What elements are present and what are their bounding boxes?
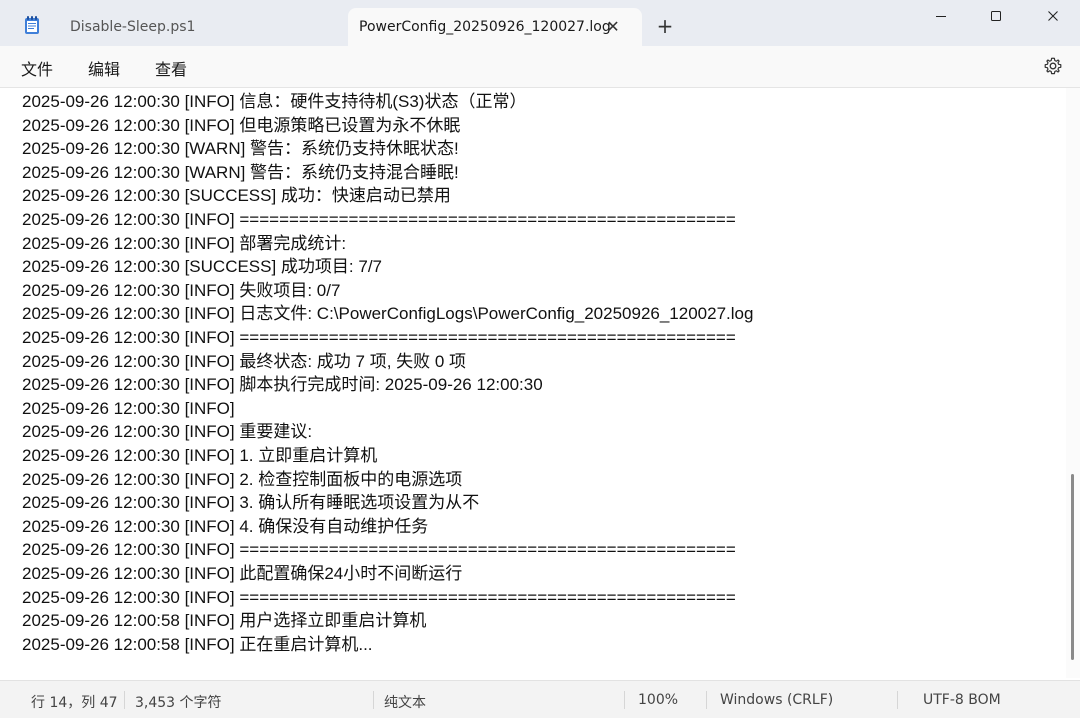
log-line: 2025-09-26 12:00:30 [INFO] 最终状态: 成功 7 项,… bbox=[22, 351, 467, 371]
status-divider bbox=[897, 691, 898, 709]
close-icon bbox=[1048, 11, 1058, 21]
notepad-app-icon bbox=[25, 16, 39, 34]
zoom-level[interactable]: 100% bbox=[638, 692, 678, 708]
tab-label: Disable-Sleep.ps1 bbox=[70, 19, 196, 35]
line-ending[interactable]: Windows (CRLF) bbox=[720, 692, 833, 708]
log-line: 2025-09-26 12:00:30 [WARN] 警告：系统仍支持休眠状态! bbox=[22, 139, 459, 159]
maximize-icon bbox=[991, 11, 1001, 21]
close-window-button[interactable] bbox=[1024, 0, 1080, 32]
menu-bar: 文件 编辑 查看 bbox=[0, 46, 1080, 88]
notepad-window: Disable-Sleep.ps1 PowerConfig_20250926_1… bbox=[0, 0, 1080, 718]
minimize-button[interactable] bbox=[912, 0, 970, 32]
log-line: 2025-09-26 12:00:30 [INFO] 信息：硬件支持待机(S3)… bbox=[22, 92, 527, 111]
log-line: 2025-09-26 12:00:30 [WARN] 警告：系统仍支持混合睡眠! bbox=[22, 162, 459, 182]
tab-powerconfig-log[interactable]: PowerConfig_20250926_120027.log ✕ bbox=[348, 8, 642, 46]
close-tab-icon[interactable]: ✕ bbox=[604, 18, 622, 36]
menu-edit[interactable]: 编辑 bbox=[88, 56, 120, 80]
log-line: 2025-09-26 12:00:30 [INFO] 此配置确保24小时不间断运… bbox=[22, 564, 463, 583]
log-line: 2025-09-26 12:00:30 [INFO] =============… bbox=[22, 210, 736, 229]
log-line: 2025-09-26 12:00:30 [INFO] 3. 确认所有睡眠选项设置… bbox=[22, 493, 480, 513]
status-divider bbox=[706, 691, 707, 709]
menu-view[interactable]: 查看 bbox=[155, 56, 187, 80]
tab-disable-sleep[interactable]: Disable-Sleep.ps1 bbox=[60, 8, 350, 46]
log-line: 2025-09-26 12:00:30 [INFO] 但电源策略已设置为永不休眠 bbox=[22, 115, 461, 135]
title-bar: Disable-Sleep.ps1 PowerConfig_20250926_1… bbox=[0, 0, 1080, 46]
log-line: 2025-09-26 12:00:30 [INFO] =============… bbox=[22, 540, 736, 560]
log-line: 2025-09-26 12:00:30 [SUCCESS] 成功：快速启动已禁用 bbox=[22, 186, 451, 206]
log-line: 2025-09-26 12:00:30 [INFO] 脚本执行完成时间: 202… bbox=[22, 375, 543, 395]
status-divider bbox=[373, 691, 374, 709]
new-tab-button[interactable]: + bbox=[654, 15, 676, 37]
cursor-position[interactable]: 行 14，列 47 bbox=[31, 692, 118, 712]
log-line: 2025-09-26 12:00:58 [INFO] 正在重启计算机... bbox=[22, 634, 373, 654]
status-divider bbox=[624, 691, 625, 709]
minimize-icon bbox=[936, 16, 946, 17]
gear-icon[interactable] bbox=[1043, 56, 1063, 76]
log-line: 2025-09-26 12:00:58 [INFO] 用户选择立即重启计算机 bbox=[22, 611, 427, 631]
character-count: 3,453 个字符 bbox=[135, 695, 222, 711]
status-divider bbox=[124, 691, 125, 709]
log-line: 2025-09-26 12:00:30 [INFO] 重要建议: bbox=[22, 422, 313, 442]
log-line: 2025-09-26 12:00:30 [INFO] 4. 确保没有自动维护任务 bbox=[22, 516, 429, 536]
log-line: 2025-09-26 12:00:30 [INFO] 失败项目: 0/7 bbox=[22, 280, 341, 300]
log-line: 2025-09-26 12:00:30 [INFO] =============… bbox=[22, 328, 736, 347]
log-line: 2025-09-26 12:00:30 [INFO] bbox=[22, 398, 235, 418]
maximize-button[interactable] bbox=[967, 0, 1025, 32]
log-line: 2025-09-26 12:00:30 [INFO] =============… bbox=[22, 587, 736, 607]
tab-label: PowerConfig_20250926_120027.log bbox=[359, 19, 611, 35]
text-editor[interactable]: 2025-09-26 12:00:30 [INFO] 信息：硬件支持待机(S3)… bbox=[0, 88, 1066, 678]
log-line: 2025-09-26 12:00:30 [SUCCESS] 成功项目: 7/7 bbox=[22, 257, 383, 277]
text-format: 纯文本 bbox=[384, 695, 426, 711]
log-line: 2025-09-26 12:00:30 [INFO] 2. 检查控制面板中的电源… bbox=[22, 469, 463, 489]
status-bar: 行 14，列 47 3,453 个字符 纯文本 100% Windows (CR… bbox=[0, 680, 1080, 718]
log-line: 2025-09-26 12:00:30 [INFO] 部署完成统计: bbox=[22, 233, 347, 253]
log-line: 2025-09-26 12:00:30 [INFO] 1. 立即重启计算机 bbox=[22, 446, 378, 465]
menu-file[interactable]: 文件 bbox=[21, 56, 53, 80]
scrollbar-thumb[interactable] bbox=[1071, 474, 1074, 660]
log-line: 2025-09-26 12:00:30 [INFO] 日志文件: C:\Powe… bbox=[22, 304, 754, 324]
encoding[interactable]: UTF-8 BOM bbox=[923, 692, 1001, 708]
